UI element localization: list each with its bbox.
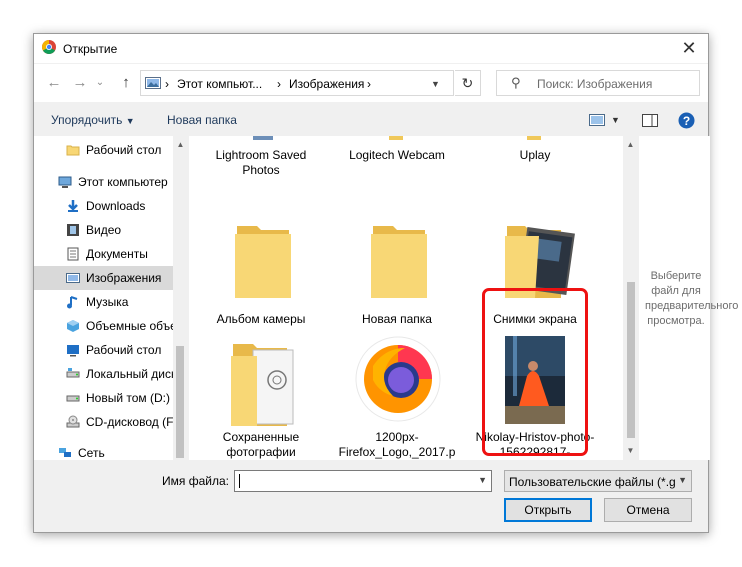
sidebar-item-desktop-quick[interactable]: Рабочий стол xyxy=(34,138,173,162)
filename-label: Имя файла: xyxy=(162,474,229,488)
navigation-pane: Рабочий стол Этот компьютер Downloads Ви… xyxy=(34,136,187,460)
breadcrumb-pictures[interactable]: Изображения xyxy=(289,77,364,91)
file-type-dropdown-icon: ▼ xyxy=(678,475,687,485)
sidebar-item-desktop[interactable]: Рабочий стол xyxy=(34,338,173,362)
view-options-icon[interactable] xyxy=(589,114,605,126)
navigation-bar: ← → ⌄ ↑ › Этот компьют... › Изображения … xyxy=(34,64,708,102)
pictures-icon xyxy=(145,77,161,89)
new-folder-button[interactable]: Новая папка xyxy=(167,113,237,127)
svg-text:?: ? xyxy=(683,114,690,128)
file-item[interactable]: 1200px-Firefox_Logo,_2017.png xyxy=(337,336,457,460)
view-dropdown-icon[interactable]: ▼ xyxy=(611,115,620,125)
recent-locations-button[interactable]: ⌄ xyxy=(94,73,106,93)
preview-pane: Выберите файл для предварительного просм… xyxy=(639,136,739,460)
breadcrumb-separator: › xyxy=(165,77,169,91)
pictures-icon xyxy=(66,273,80,283)
highlight-frame xyxy=(482,288,588,456)
command-bar: Упорядочить ▼ Новая папка ▼ ? xyxy=(34,103,708,136)
sidebar-item-downloads[interactable]: Downloads xyxy=(34,194,173,218)
video-icon xyxy=(67,224,79,236)
cd-drive-icon xyxy=(66,415,80,428)
scroll-down-icon[interactable]: ▼ xyxy=(623,446,638,455)
title-bar: Открытие ✕ xyxy=(34,34,708,63)
file-type-select[interactable]: Пользовательские файлы (*.g ▼ xyxy=(504,470,692,492)
documents-icon xyxy=(67,247,79,261)
back-button[interactable]: ← xyxy=(44,73,64,93)
photos-folder-icon xyxy=(231,344,294,426)
file-item[interactable]: Lightroom Saved Photos xyxy=(201,136,321,206)
file-list-scroll-thumb[interactable] xyxy=(627,282,635,438)
folder-icon xyxy=(66,145,80,156)
sidebar-item-network[interactable]: Сеть xyxy=(34,441,173,460)
search-placeholder: Поиск: Изображения xyxy=(537,77,653,91)
sidebar-item-documents[interactable]: Документы xyxy=(34,242,173,266)
scroll-up-icon[interactable]: ▲ xyxy=(173,140,187,149)
sidebar-item-videos[interactable]: Видео xyxy=(34,218,173,242)
drive-icon xyxy=(66,395,80,402)
sidebar-item-drive-d[interactable]: Новый том (D:) xyxy=(34,386,173,410)
chrome-icon xyxy=(42,40,56,54)
open-button[interactable]: Открыть xyxy=(504,498,592,522)
file-item[interactable]: Uplay xyxy=(475,136,595,206)
file-type-value: Пользовательские файлы (*.g xyxy=(509,475,676,489)
organize-button[interactable]: Упорядочить ▼ xyxy=(51,113,135,127)
folder-icon xyxy=(235,226,291,298)
sidebar-scrollbar[interactable]: ▲ xyxy=(173,136,187,460)
firefox-logo-thumbnail xyxy=(355,336,441,422)
drive-icon xyxy=(66,368,80,378)
search-input[interactable]: ⚲ Поиск: Изображения xyxy=(496,70,700,96)
filename-input[interactable]: ▼ xyxy=(234,470,492,492)
file-item[interactable]: Новая папка xyxy=(337,220,457,330)
window-title: Открытие xyxy=(63,42,118,56)
address-bar[interactable]: › Этот компьют... › Изображения › ▼ xyxy=(140,70,454,96)
file-item[interactable]: Сохраненные фотографии xyxy=(201,336,321,460)
close-button[interactable]: ✕ xyxy=(678,37,700,59)
sidebar-scroll-thumb[interactable] xyxy=(176,346,184,458)
music-icon xyxy=(67,296,78,309)
cancel-button[interactable]: Отмена xyxy=(604,498,692,522)
sidebar-item-pictures[interactable]: Изображения xyxy=(34,266,173,290)
sidebar-item-cd-drive[interactable]: CD-дисковод (F:) xyxy=(34,410,173,434)
forward-button[interactable]: → xyxy=(70,73,90,93)
folder-icon xyxy=(371,226,427,298)
breadcrumb-this-pc[interactable]: Этот компьют... xyxy=(177,77,262,91)
address-dropdown-icon[interactable]: ▼ xyxy=(431,79,441,89)
refresh-button[interactable]: ↻ xyxy=(455,70,481,96)
text-caret xyxy=(239,474,240,488)
breadcrumb-separator: › xyxy=(277,77,281,91)
sidebar-item-this-pc[interactable]: Этот компьютер xyxy=(34,170,173,194)
preview-pane-icon[interactable] xyxy=(642,114,658,127)
breadcrumb-separator: › xyxy=(367,77,371,91)
filename-dropdown-icon[interactable]: ▼ xyxy=(478,475,487,485)
preview-message: Выберите файл для предварительного просм… xyxy=(645,270,739,327)
file-item[interactable]: Альбом камеры xyxy=(201,220,321,330)
open-file-dialog: Открытие ✕ ← → ⌄ ↑ › Этот компьют... › И… xyxy=(33,33,739,533)
scroll-up-icon[interactable]: ▲ xyxy=(623,140,638,149)
sidebar-item-music[interactable]: Музыка xyxy=(34,290,173,314)
help-icon[interactable]: ? xyxy=(678,112,695,129)
file-item[interactable]: Logitech Webcam xyxy=(337,136,457,206)
computer-icon xyxy=(58,176,72,188)
sidebar-item-drive-c[interactable]: Локальный диск (C:) xyxy=(34,362,173,386)
3d-objects-icon xyxy=(67,320,79,332)
search-icon: ⚲ xyxy=(511,75,521,90)
sidebar-item-3d-objects[interactable]: Объемные объекты xyxy=(34,314,173,338)
network-icon xyxy=(59,448,71,457)
download-icon xyxy=(68,200,78,212)
file-list-scrollbar[interactable]: ▲ ▼ xyxy=(623,136,639,460)
up-button[interactable]: ↑ xyxy=(116,73,136,93)
desktop-icon xyxy=(67,345,79,357)
